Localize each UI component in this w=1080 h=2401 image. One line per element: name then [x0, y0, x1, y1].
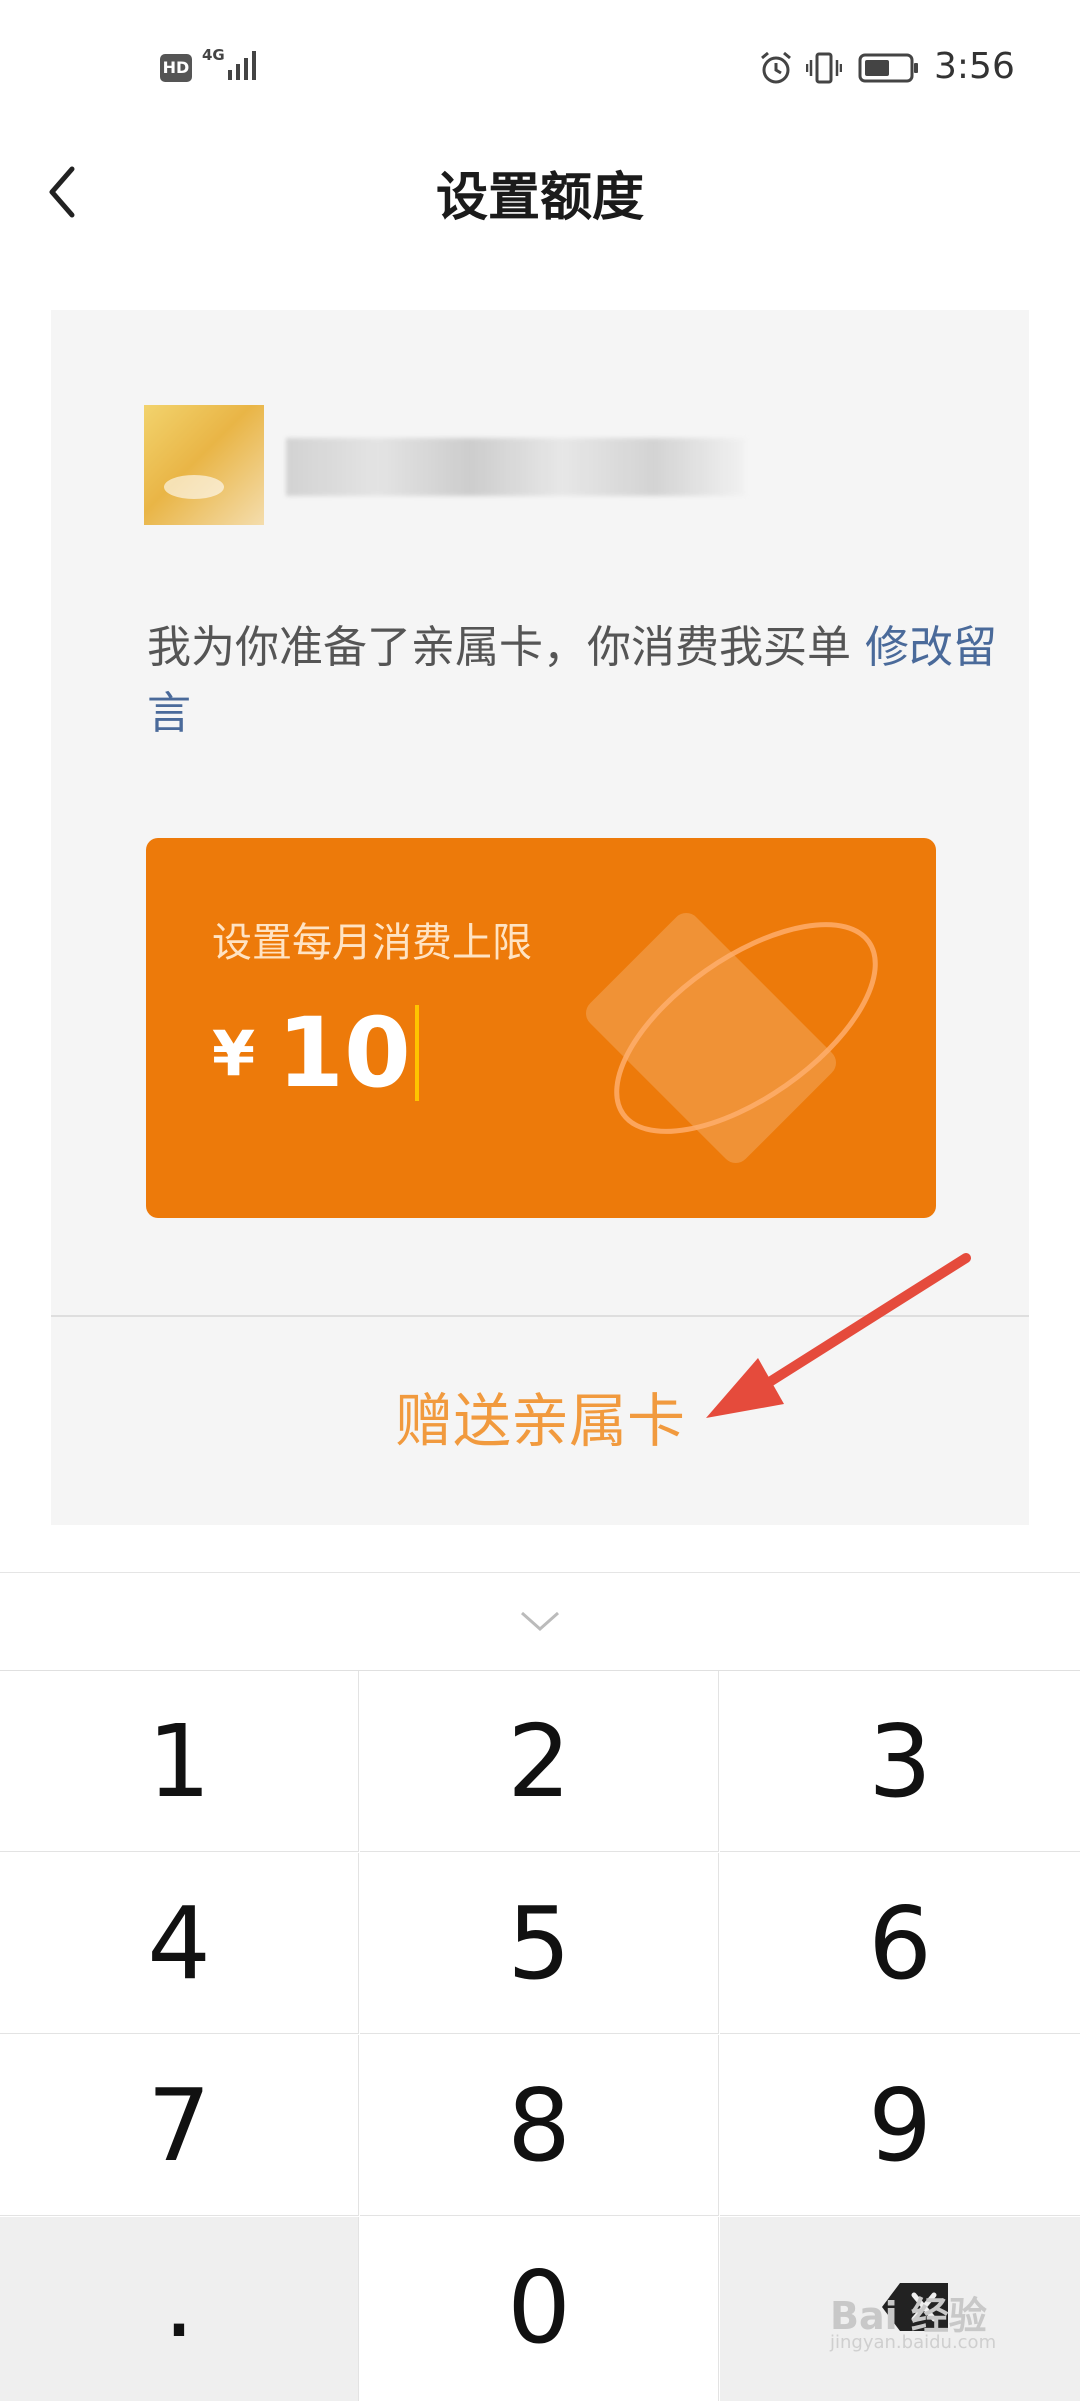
status-bar: HD 4G 3:56: [0, 0, 1080, 135]
key-2[interactable]: 2: [360, 1671, 719, 1852]
hd-badge: HD: [160, 54, 192, 82]
numeric-keyboard: 1 2 3 4 5 6 7 8 9 . 0: [0, 1572, 1080, 2401]
chevron-down-icon: [521, 1611, 559, 1632]
key-6[interactable]: 6: [720, 1853, 1080, 2034]
gift-message: 我为你准备了亲属卡，你消费我买单 修改留言: [147, 615, 1007, 747]
clock: 3:56: [934, 46, 1015, 87]
alarm-icon: [761, 51, 791, 84]
signal-icon: [228, 51, 256, 80]
avatar: [144, 405, 264, 525]
key-8[interactable]: 8: [360, 2035, 719, 2216]
key-1[interactable]: 1: [0, 1671, 359, 1852]
watermark-url: jingyan.baidu.com: [830, 2332, 997, 2353]
page-title: 设置额度: [435, 168, 644, 228]
key-5[interactable]: 5: [360, 1853, 719, 2034]
currency-symbol: ¥: [212, 1016, 256, 1090]
recipient-name-blurred: [286, 438, 746, 496]
key-9[interactable]: 9: [720, 2035, 1080, 2216]
key-4[interactable]: 4: [0, 1853, 359, 2034]
nav-bar: 设置额度: [0, 135, 1080, 245]
key-7[interactable]: 7: [0, 2035, 359, 2216]
amount-value: 10: [277, 997, 411, 1109]
amount-input[interactable]: ¥ 10: [212, 997, 419, 1109]
text-caret: [414, 1005, 419, 1101]
keyboard-collapse-button[interactable]: [0, 1573, 1080, 1671]
limit-card: 设置每月消费上限 ¥ 10: [146, 838, 936, 1218]
limit-label: 设置每月消费上限: [212, 920, 532, 966]
card-decoration-icon: [585, 912, 878, 1164]
key-0[interactable]: 0: [360, 2217, 719, 2401]
key-dot[interactable]: .: [0, 2217, 359, 2401]
network-type: 4G: [202, 46, 225, 64]
vibrate-icon: [806, 52, 842, 84]
annotation-arrow-icon: [706, 1253, 971, 1418]
battery-icon: [858, 53, 918, 83]
key-3[interactable]: 3: [720, 1671, 1080, 1852]
message-text: 我为你准备了亲属卡，你消费我买单: [147, 622, 851, 673]
